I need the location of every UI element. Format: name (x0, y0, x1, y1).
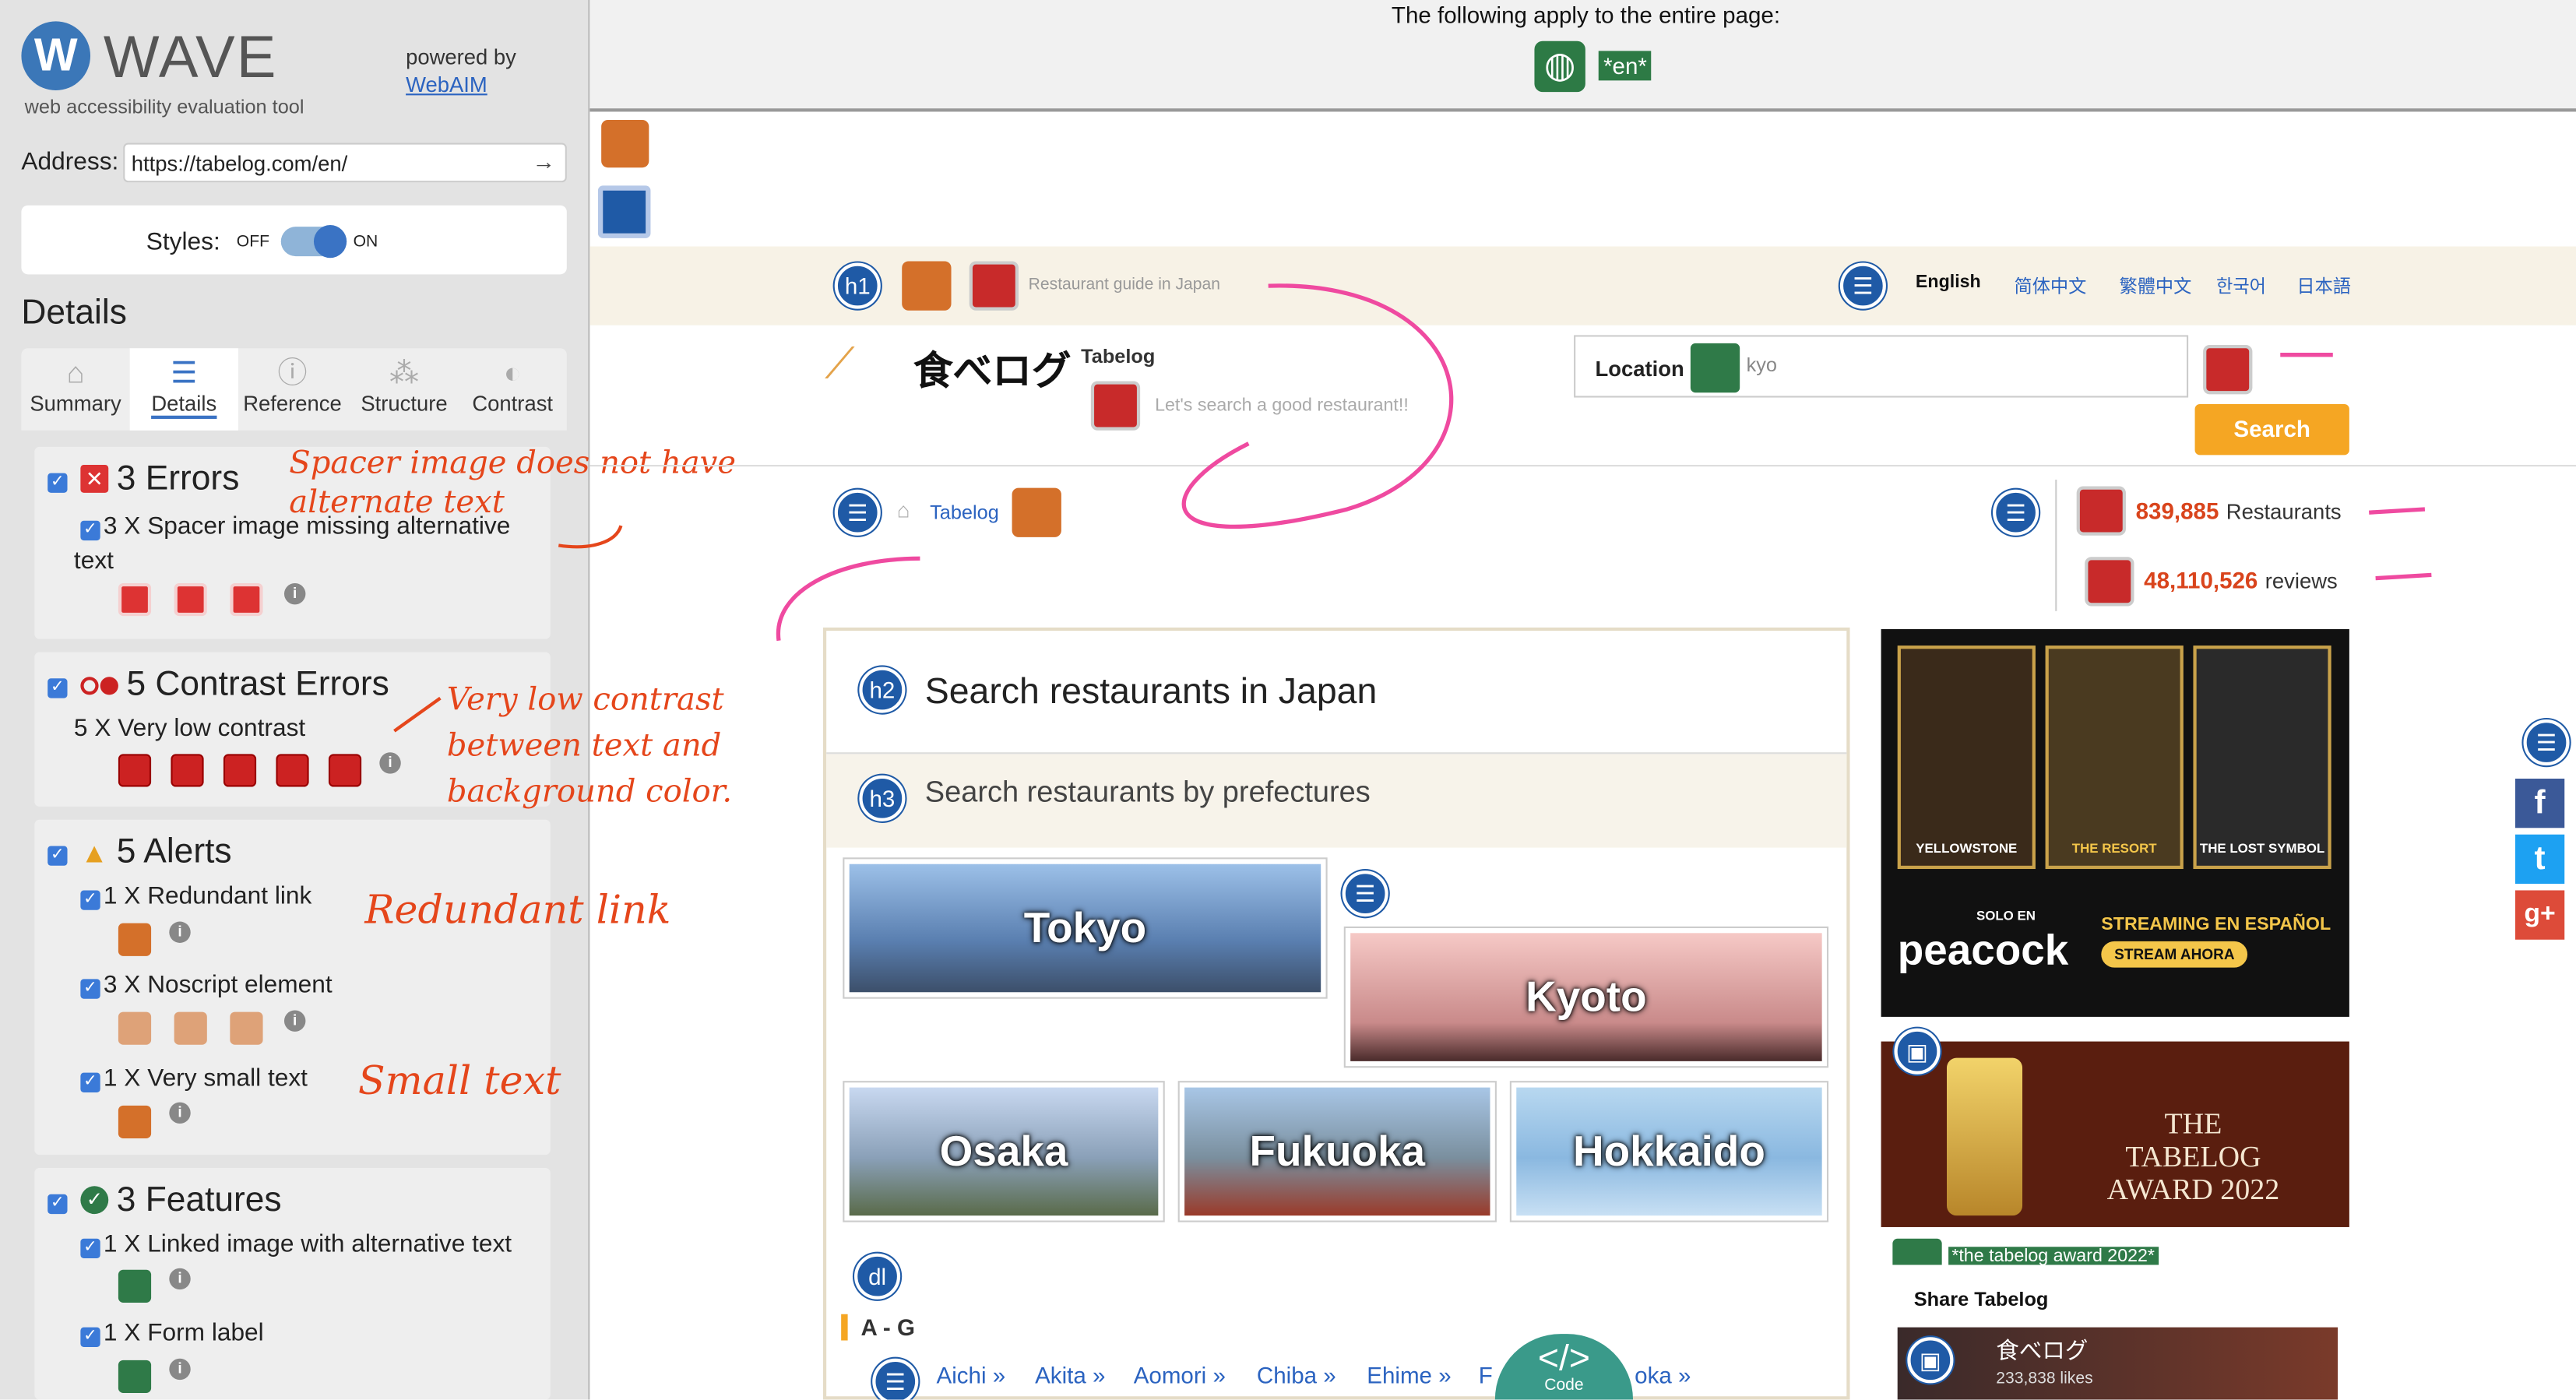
arrow-stroke (776, 556, 920, 642)
arrow-stroke (2375, 572, 2432, 581)
arrow-stroke (393, 696, 442, 733)
arrow-stroke (1181, 283, 1454, 529)
annotation-arrows (393, 283, 2432, 733)
arrow-stroke (2369, 507, 2426, 515)
arrow-stroke (558, 525, 623, 549)
